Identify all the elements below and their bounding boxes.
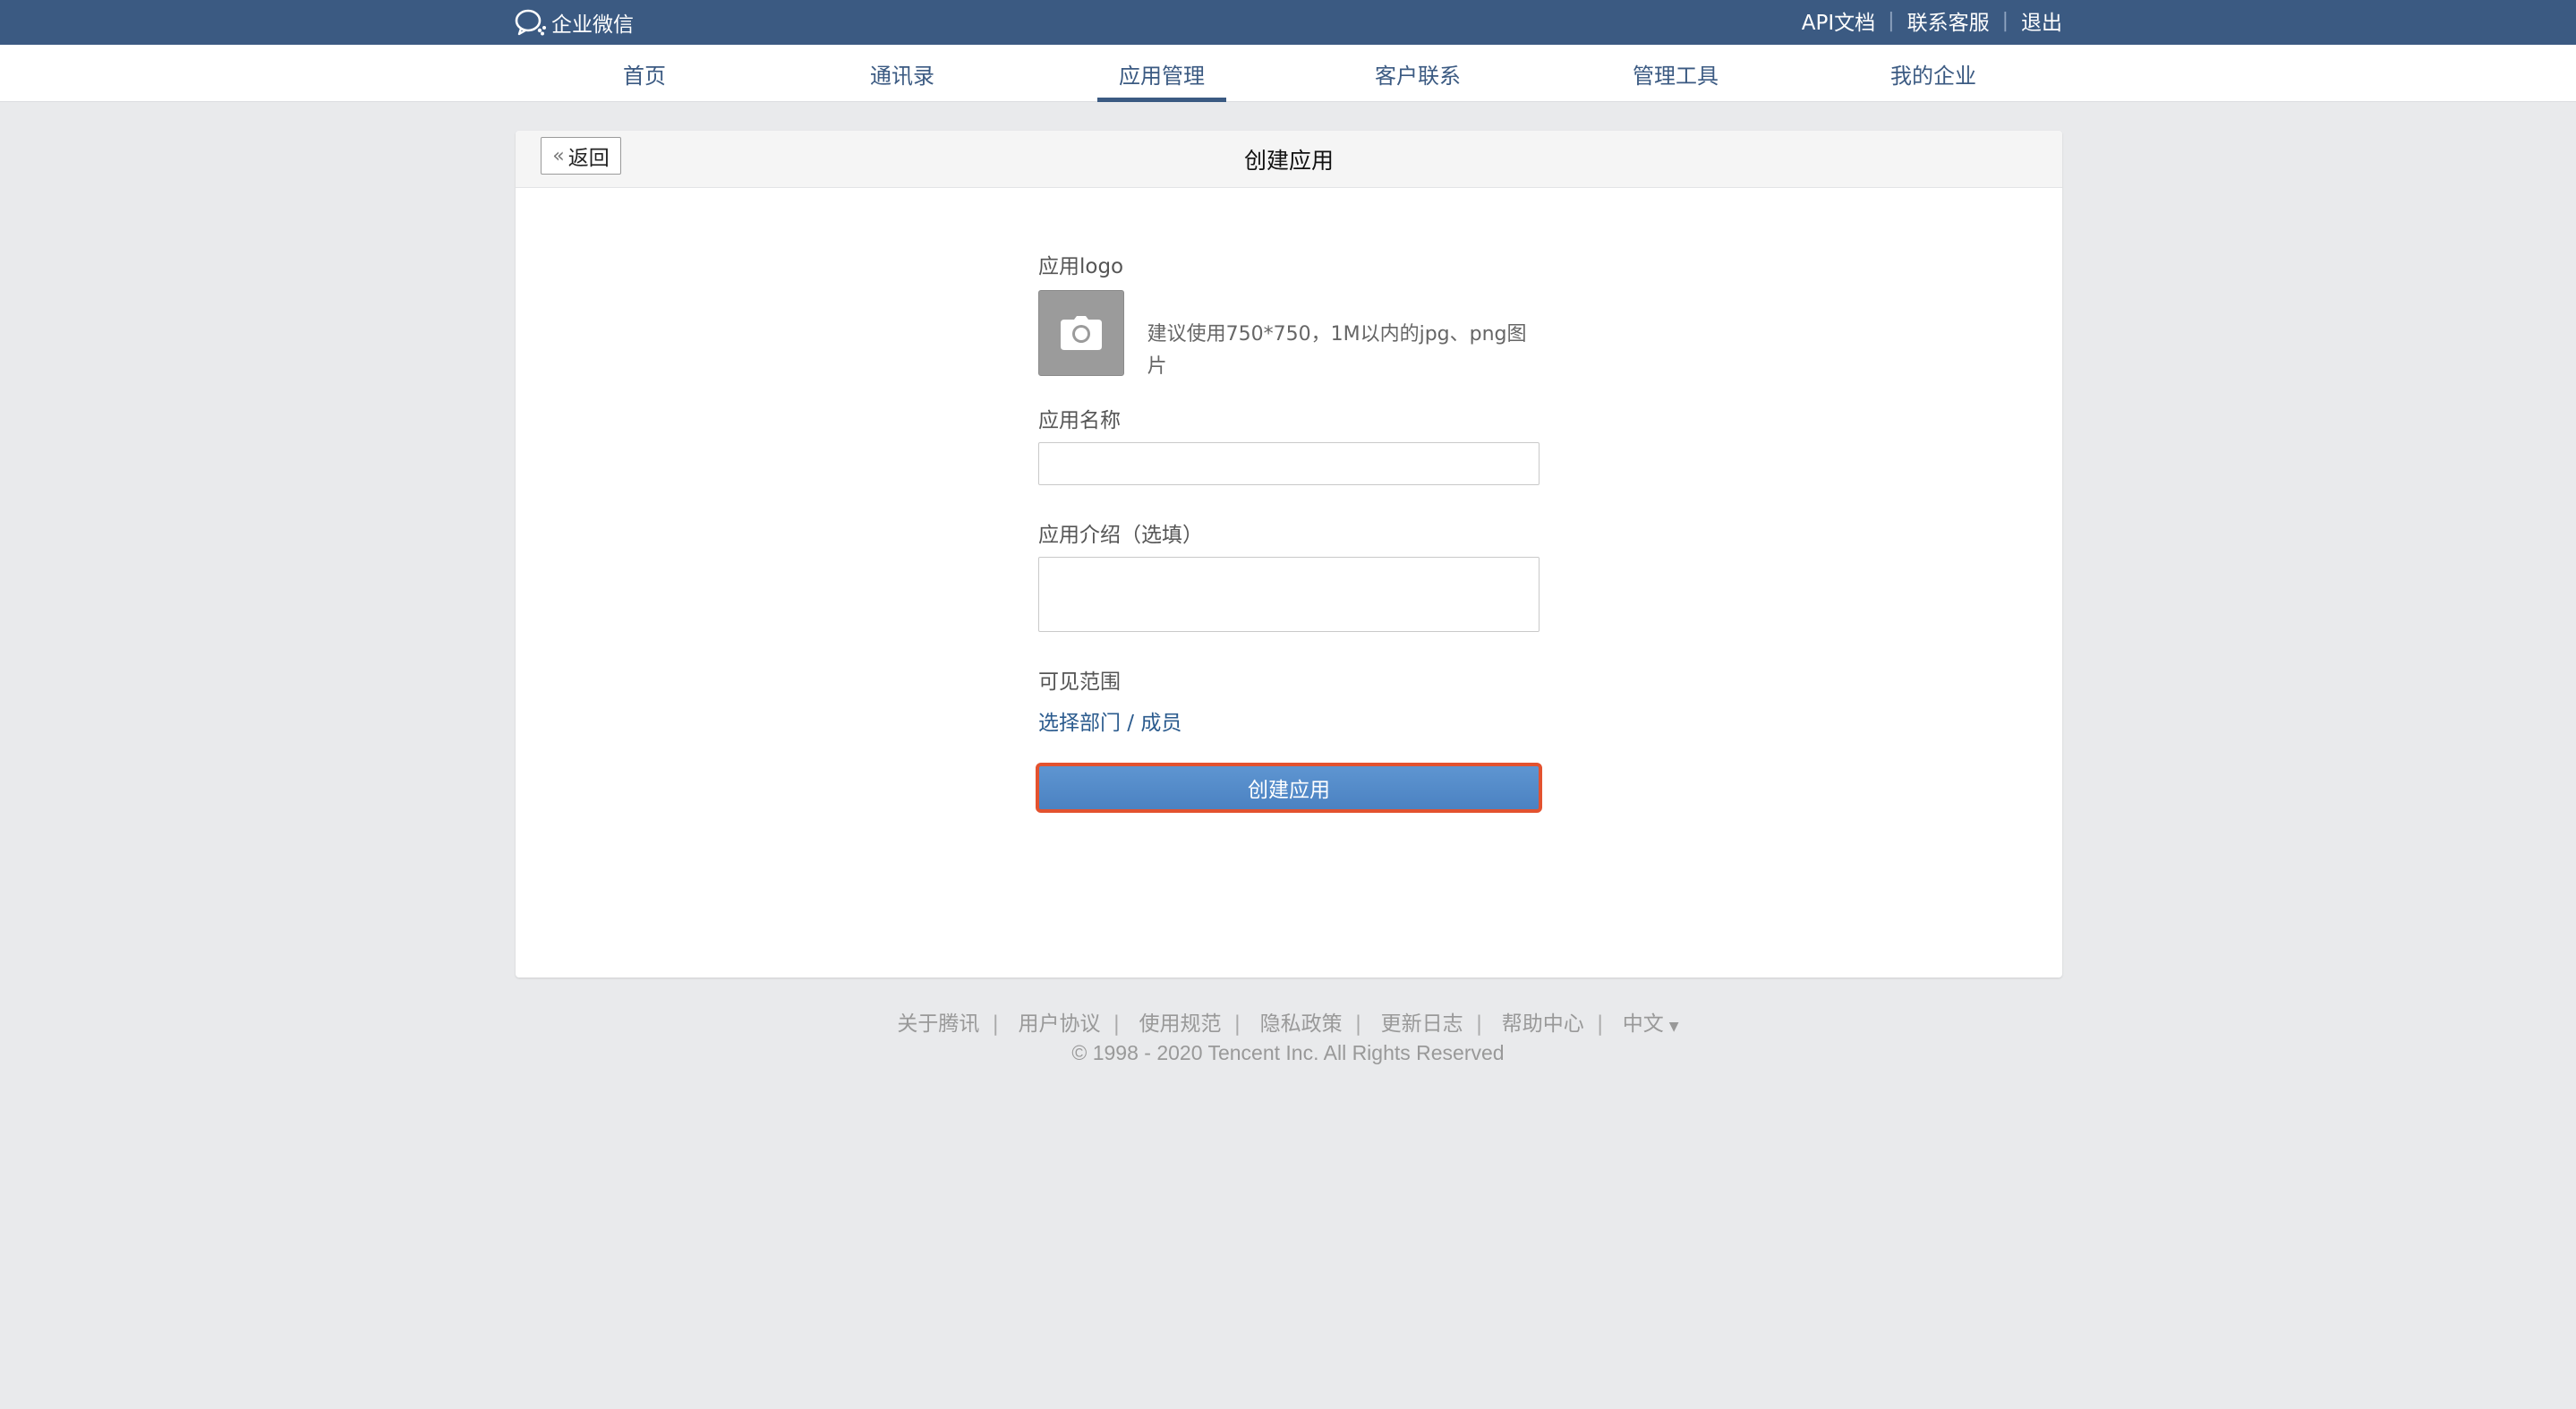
nav-item-management-tools[interactable]: 管理工具 [1611, 45, 1740, 102]
caret-down-icon: ▼ [1668, 1020, 1679, 1034]
main-nav: 首页 通讯录 应用管理 客户联系 管理工具 我的企业 [0, 45, 2576, 102]
footer-link-usage-rules[interactable]: 使用规范 [1139, 1012, 1222, 1036]
separator: | [1354, 1012, 1362, 1036]
create-app-panel: « 返回 创建应用 应用logo 建议使用750*750，1M以内的jpg、pn… [516, 131, 2062, 978]
footer-link-changelog[interactable]: 更新日志 [1381, 1012, 1463, 1036]
separator: | [1596, 1012, 1604, 1036]
logo-upload-button[interactable] [1038, 290, 1124, 376]
footer-links: 关于腾讯 | 用户协议 | 使用规范 | 隐私政策 | 更新日志 | 帮助中心 | 中文 ▼ [0, 1006, 2576, 1037]
separator: | [992, 1012, 1000, 1036]
separator: | [1888, 9, 1895, 32]
footer-link-help-center[interactable]: 帮助中心 [1502, 1012, 1584, 1036]
create-app-form: 应用logo 建议使用750*750，1M以内的jpg、png图片 应用名称 应… [1036, 249, 1542, 813]
logout-link[interactable]: 退出 [2021, 5, 2062, 36]
language-label: 中文 [1622, 1012, 1664, 1036]
create-app-button[interactable]: 创建应用 [1036, 763, 1542, 813]
separator: | [1475, 1012, 1483, 1036]
app-description-label: 应用介绍（选填） [1038, 524, 1203, 547]
nav-item-customer-contact[interactable]: 客户联系 [1353, 45, 1482, 102]
nav-item-home[interactable]: 首页 [580, 45, 709, 102]
select-departments-members-link[interactable]: 选择部门 / 成员 [1038, 705, 1181, 736]
app-description-input[interactable] [1038, 557, 1540, 632]
wework-logo-icon [515, 9, 546, 36]
app-name-input[interactable] [1038, 442, 1540, 485]
separator: | [1113, 1012, 1121, 1036]
visibility-label: 可见范围 [1038, 670, 1121, 694]
camera-icon [1060, 316, 1102, 350]
separator: | [2001, 9, 2009, 32]
footer-link-user-agreement[interactable]: 用户协议 [1018, 1012, 1100, 1036]
brand-logo[interactable]: 企业微信 [514, 7, 634, 38]
top-links: API文档 | 联系客服 | 退出 [1802, 5, 2062, 36]
logo-row: 建议使用750*750，1M以内的jpg、png图片 [1038, 290, 1540, 383]
brand-name: 企业微信 [551, 13, 634, 37]
logo-label: 应用logo [1038, 255, 1124, 278]
footer-link-about[interactable]: 关于腾讯 [897, 1012, 979, 1036]
footer-link-privacy[interactable]: 隐私政策 [1260, 1012, 1343, 1036]
logo-upload-tip: 建议使用750*750，1M以内的jpg、png图片 [1147, 323, 1527, 378]
nav-item-contacts[interactable]: 通讯录 [838, 45, 967, 102]
copyright: © 1998 - 2020 Tencent Inc. All Rights Re… [1071, 1041, 1505, 1064]
top-bar: 企业微信 API文档 | 联系客服 | 退出 [0, 0, 2576, 45]
nav-item-my-enterprise[interactable]: 我的企业 [1869, 45, 1998, 102]
api-docs-link[interactable]: API文档 [1802, 5, 1875, 36]
app-name-label: 应用名称 [1038, 409, 1121, 432]
panel-header: « 返回 创建应用 [516, 131, 2062, 188]
page-title: 创建应用 [1243, 148, 1334, 174]
nav-item-app-management[interactable]: 应用管理 [1097, 45, 1226, 102]
language-selector[interactable]: 中文 ▼ [1623, 1012, 1679, 1036]
separator: | [1233, 1012, 1241, 1036]
contact-support-link[interactable]: 联系客服 [1907, 5, 1990, 36]
